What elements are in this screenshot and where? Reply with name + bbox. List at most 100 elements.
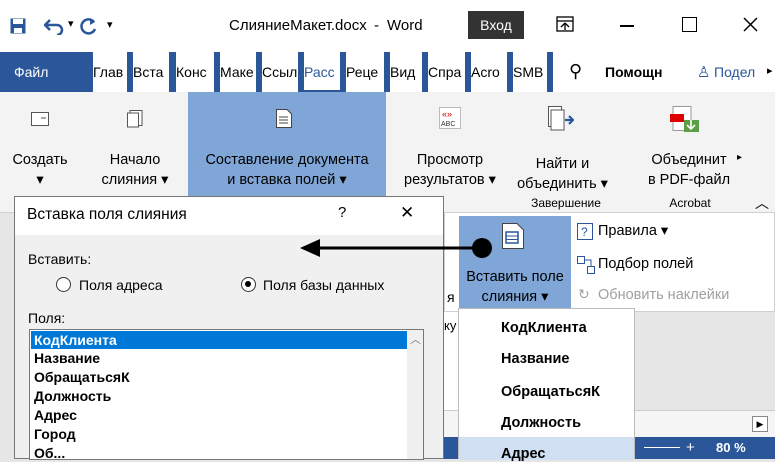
insert-field-label-1: Вставить поле [466,269,564,285]
list-item[interactable]: ОбращатьсяК [34,368,130,386]
close-window-button[interactable] [743,17,758,32]
insert-field-icon [502,223,524,249]
menu-item[interactable]: КодКлиента [501,320,587,336]
fields-listbox[interactable]: КодКлиента Название ОбращатьсяК Должност… [29,329,424,460]
menu-item-highlight [459,437,634,460]
rules-button[interactable]: Правила ▾ [598,223,668,239]
dialog-title: Вставка поля слияния [27,206,187,223]
start-merge-label-2: слияния ▾ [101,172,169,188]
share-button[interactable]: Подел [714,52,766,92]
tab-mailings[interactable]: Расс [304,52,340,92]
tab-references[interactable]: Ссыл [262,52,298,92]
redo-icon[interactable] [80,17,98,35]
tab-file[interactable]: Файл [14,52,74,92]
preview-results-button[interactable]: Просмотр результатов ▾ [390,150,510,190]
scroll-up-icon[interactable]: ︿ [410,331,421,347]
collapse-ribbon-icon[interactable]: ︿ [755,193,769,213]
zoom-slider[interactable] [644,447,680,448]
title-separator: - [374,17,379,34]
compose-label: Составление документа и вставка полей ▾ [188,150,386,190]
menu-item[interactable]: Должность [501,415,581,431]
tab-acrobat[interactable]: Acro [471,52,507,92]
pdf-expand-icon[interactable]: ▸ [737,152,742,163]
list-item[interactable]: Об... [34,444,65,459]
radio-address-label[interactable]: Поля адреса [79,277,163,293]
svg-text:«»: «» [442,109,452,119]
tab-insert[interactable]: Вста [133,52,169,92]
list-item[interactable]: КодКлиента [34,331,117,349]
menu-item-selected[interactable]: Адрес [501,446,545,462]
share-icon: ♙ [697,64,711,81]
title-bar: ▾ ▾ СлияниеМакет.docx - Word Вход [0,0,775,52]
customize-toolbar-icon[interactable]: ▾ [107,18,113,31]
menu-item[interactable]: ОбращатьсяК [501,384,600,400]
update-labels-button[interactable]: Обновить наклейки [598,287,729,303]
sign-in-button[interactable]: Вход [468,11,524,39]
preview-abc-icon: «» ABC [439,107,461,129]
finish-label-2: объединить ▾ [517,176,608,192]
chevron-down-icon: ▾ [36,172,44,188]
tab-help[interactable]: Спра [428,52,465,92]
zoom-in-button[interactable]: + [686,439,695,456]
match-fields-button[interactable]: Подбор полей [598,256,693,272]
hidden-text-fragment-2: ку [444,318,457,333]
match-fields-icon [577,256,595,274]
preview-label-1: Просмотр [416,152,484,168]
list-scrollbar[interactable]: ︿ [407,330,423,459]
tell-me-box[interactable]: Помощн [605,52,662,92]
finish-group-label: Завершение [531,196,601,210]
document-icon [276,109,292,128]
start-merge-icon [127,110,143,128]
lightbulb-icon[interactable]: ⚲ [569,61,582,82]
undo-icon[interactable] [44,17,64,35]
annotation-arrow [300,238,492,258]
list-item[interactable]: Адрес [34,406,77,424]
menu-item[interactable]: Название [501,351,569,367]
tab-view[interactable]: Вид [390,52,422,92]
ribbon-display-icon[interactable] [556,16,574,32]
pdf-merge-icon [670,106,699,132]
acrobat-group-label: Acrobat [669,196,711,210]
scroll-right-icon[interactable]: ▸ [767,64,773,77]
hidden-text-fragment: я [447,289,455,305]
tab-smb[interactable]: SMB [513,52,547,92]
list-item[interactable]: Должность [34,387,111,405]
help-button[interactable]: ? [338,204,346,221]
svg-text:?: ? [581,225,588,239]
tab-review[interactable]: Реце [346,52,384,92]
save-icon[interactable] [10,18,26,34]
scroll-right-arrow-icon[interactable]: ▶ [752,416,768,432]
ribbon-tabs: Файл Глав Вста Конс Маке Ссыл Расс Реце … [0,52,775,92]
radio-address-fields[interactable] [56,277,71,292]
minimize-button[interactable] [620,25,634,27]
tab-layout[interactable]: Маке [220,52,256,92]
envelope-icon [31,112,49,126]
finish-merge-icon [548,106,574,131]
create-button[interactable]: Создать ▾ [10,150,70,190]
finish-merge-button[interactable]: Найти и объединить ▾ [510,154,615,194]
radio-database-label[interactable]: Поля базы данных [263,277,384,293]
refresh-icon: ↻ [578,286,590,302]
list-item[interactable]: Название [34,349,100,367]
tab-design[interactable]: Конс [176,52,214,92]
radio-database-fields[interactable] [241,277,256,292]
document-filename: СлияниеМакет.docx [229,17,367,34]
ribbon: Создать ▾ Начало слияния ▾ Составление д… [0,92,775,213]
dialog-close-button[interactable]: ✕ [400,203,414,223]
zoom-level[interactable]: 80 % [716,440,746,455]
insert-label: Вставить: [28,251,92,267]
tab-home[interactable]: Глав [93,52,127,92]
undo-dropdown-icon[interactable]: ▾ [68,17,74,30]
list-item[interactable]: Город [34,425,76,443]
compose-label-1: Составление документа [205,152,369,168]
maximize-button[interactable] [682,17,697,32]
start-merge-button[interactable]: Начало слияния ▾ [90,150,180,190]
rules-icon: ? [577,223,593,240]
compose-label-2: и вставка полей ▾ [227,172,347,188]
app-name: Word [387,17,423,34]
insert-merge-field-label: Вставить поле слияния ▾ [459,267,571,307]
merge-field-dropdown: КодКлиента Название ОбращатьсяК Должност… [458,308,635,462]
pdf-merge-button[interactable]: Объединит в PDF-файл [640,150,738,190]
preview-label-2: результатов ▾ [404,172,496,188]
create-label: Создать [12,152,68,168]
